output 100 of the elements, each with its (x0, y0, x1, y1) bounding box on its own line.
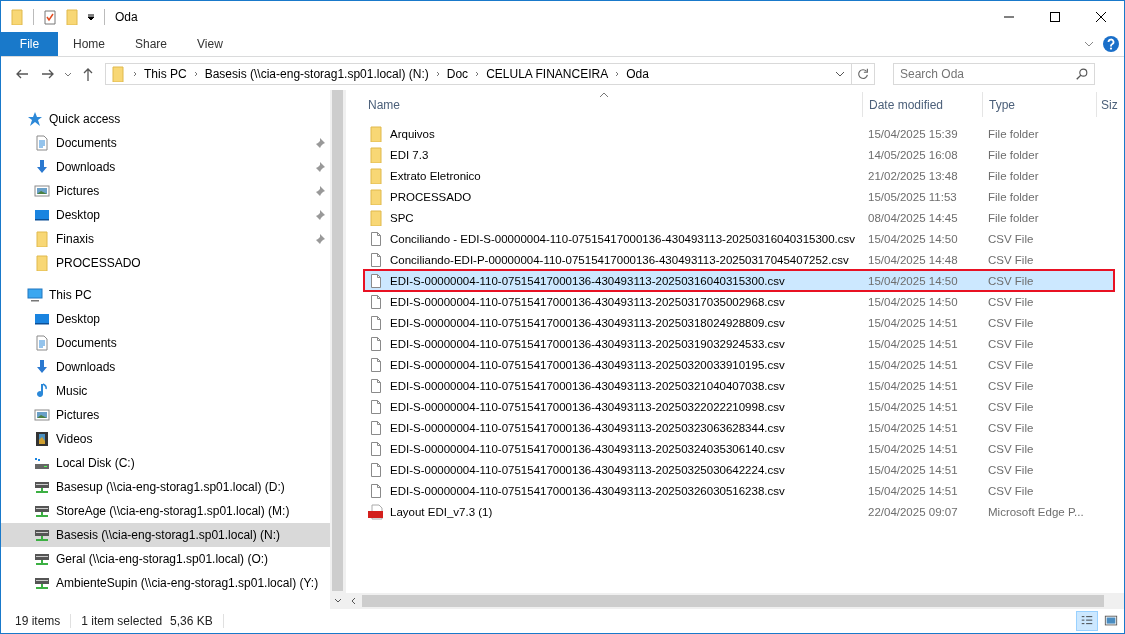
type-cell-text: CSV File (987, 316, 1035, 329)
ribbon-tab[interactable]: Share (120, 32, 183, 56)
nav-item[interactable]: Pictures (1, 179, 330, 203)
nav-item[interactable]: Desktop (1, 203, 330, 227)
breadcrumb[interactable]: This PC (144, 66, 187, 81)
column-header[interactable]: Date modified (862, 92, 982, 117)
file-icon (368, 251, 384, 268)
sort-ascending-icon[interactable] (599, 92, 609, 98)
file-name: EDI-S-00000004-110-07515417000136-430493113-20250326030516238.csv (390, 484, 785, 497)
file-name: EDI-S-00000004-110-07515417000136-430493113-20250325030642224.csv (390, 463, 785, 476)
file-row[interactable]: EDI-S-00000004-110-07515417000136-430493113-20250319032924533.csv 15/04/2025 14:51 CSV File (364, 333, 1114, 354)
file-row[interactable]: Arquivos 15/04/2025 15:39 File folder (364, 123, 1114, 144)
nav-item[interactable]: Downloads (1, 155, 330, 179)
file-row[interactable]: EDI-S-00000004-110-07515417000136-430493113-20250326030516238.csv 15/04/2025 14:51 CSV File (364, 480, 1114, 501)
address-bar[interactable]: This PC Basesis (\\cia-eng-storag1.sp01.local) (N:) Doc CELULA FINANCEIRA Oda (105, 62, 875, 85)
netdrive-icon (34, 503, 50, 519)
pictures-icon (34, 183, 50, 199)
file-row[interactable]: Conciliando - EDI-S-00000004-110-07515417000136-430493113-20250316040315300.csv 15/04/2025 14:50 CSV File (364, 228, 1114, 249)
date-cell-text: 08/04/2025 14:45 (867, 211, 959, 224)
folder-icon (368, 146, 384, 163)
file-row[interactable]: EDI-S-00000004-110-07515417000136-430493113-20250318024928809.csv 15/04/2025 14:51 CSV File (364, 312, 1114, 333)
file-row[interactable]: EDI-S-00000004-110-07515417000136-430493113-20250324035306140.csv 15/04/2025 14:51 CSV File (364, 438, 1114, 459)
breadcrumb[interactable]: Doc (446, 66, 469, 81)
ribbon-tab[interactable]: Home (58, 32, 120, 56)
nav-item[interactable]: Documents (1, 131, 330, 155)
type-cell-text: CSV File (987, 253, 1035, 266)
documents-icon (34, 335, 50, 351)
nav-item[interactable]: Basesis (\\cia-eng-storag1.sp01.local) (N:) (1, 523, 330, 547)
nav-item[interactable]: Basesup (\\cia-eng-storag1.sp01.local) (D:) (1, 475, 330, 499)
file-row[interactable]: Layout EDI_v7.3 (1) 22/04/2025 09:07 Microsoft Edge P... (364, 501, 1114, 522)
file-row[interactable]: EDI-S-00000004-110-07515417000136-430493113-20250323063628344.csv 15/04/2025 14:51 CSV File (364, 417, 1114, 438)
scrollbar[interactable] (330, 90, 345, 609)
nav-item[interactable]: Videos (1, 427, 330, 451)
nav-item[interactable]: Documents (1, 331, 330, 355)
column-header[interactable]: Type (982, 92, 1096, 117)
help-icon[interactable] (1103, 36, 1119, 52)
file-icon (368, 398, 384, 415)
nav-item[interactable]: Finaxis (1, 227, 330, 251)
file-name: PROCESSADO (390, 190, 472, 203)
breadcrumb[interactable]: Basesis (\\cia-eng-storag1.sp01.local) (N:) (204, 66, 429, 81)
pin-icon[interactable] (314, 185, 326, 197)
breadcrumb[interactable]: Oda (626, 66, 649, 81)
file-name: Arquivos (390, 127, 435, 140)
file-row[interactable]: EDI 7.3 14/05/2025 16:08 File folder (364, 144, 1114, 165)
type-cell-text: CSV File (987, 400, 1035, 413)
properties-icon[interactable] (42, 8, 58, 25)
downloads-icon (34, 159, 50, 175)
file-icon (368, 335, 384, 352)
file-row[interactable]: EDI-S-00000004-110-07515417000136-430493113-20250325030642224.csv 15/04/2025 14:51 CSV File (364, 459, 1114, 480)
type-cell-text: CSV File (987, 484, 1035, 497)
column-header[interactable]: Name (346, 92, 862, 117)
netdrive-icon (34, 575, 50, 591)
file-row[interactable]: Conciliando-EDI-P-00000004-110-07515417000136-430493113-20250317045407252.csv 15/04/2025 14:48 CSV File (364, 249, 1114, 270)
nav-item[interactable]: Pictures (1, 403, 330, 427)
nav-item[interactable]: Desktop (1, 307, 330, 331)
file-icon (368, 293, 384, 310)
nav-section[interactable]: This PC (1, 283, 330, 307)
file-row[interactable]: Extrato Eletronico 21/02/2025 13:48 File folder (364, 165, 1114, 186)
details-view-button[interactable] (1076, 611, 1098, 631)
nav-section[interactable]: Quick access (1, 107, 330, 131)
date-cell-text: 21/02/2025 13:48 (867, 169, 959, 182)
type-cell-text: File folder (987, 190, 1040, 203)
file-name: EDI-S-00000004-110-07515417000136-430493113-20250324035306140.csv (390, 442, 785, 455)
pin-icon[interactable] (314, 233, 326, 245)
file-row[interactable]: EDI-S-00000004-110-07515417000136-430493113-20250316040315300.csv 15/04/2025 14:50 CSV File (364, 270, 1114, 291)
nav-item[interactable]: PROCESSADO (1, 251, 330, 275)
nav-item[interactable]: Music (1, 379, 330, 403)
scrollbar[interactable] (346, 593, 1124, 609)
file-row[interactable]: EDI-S-00000004-110-07515417000136-430493113-20250317035002968.csv 15/04/2025 14:50 CSV File (364, 291, 1114, 312)
maximize-icon (1049, 10, 1061, 23)
type-cell-text: Microsoft Edge P... (987, 505, 1085, 518)
breadcrumb[interactable]: CELULA FINANCEIRA (486, 66, 609, 81)
ribbon-tab[interactable]: View (182, 32, 238, 56)
file-row[interactable]: PROCESSADO 15/05/2025 11:53 File folder (364, 186, 1114, 207)
nav-item[interactable]: AmbienteSupin (\\cia-eng-storag1.sp01.local) (Y:) (1, 571, 330, 595)
nav-item[interactable]: Local Disk (C:) (1, 451, 330, 475)
nav-item[interactable]: StoreAge (\\cia-eng-storag1.sp01.local) (M:) (1, 499, 330, 523)
pin-icon[interactable] (314, 137, 326, 149)
nav-item[interactable]: Downloads (1, 355, 330, 379)
disk-icon (34, 455, 50, 471)
file-row[interactable]: SPC 08/04/2025 14:45 File folder (364, 207, 1114, 228)
dropdown-caret-icon[interactable] (86, 11, 96, 22)
file-row[interactable]: EDI-S-00000004-110-07515417000136-430493113-20250322022210998.csv 15/04/2025 14:51 CSV File (364, 396, 1114, 417)
column-header[interactable]: Siz (1096, 92, 1124, 117)
selection-count: 1 item selected (81, 614, 163, 628)
file-row[interactable]: EDI-S-00000004-110-07515417000136-430493113-20250321040407038.csv 15/04/2025 14:51 CSV File (364, 375, 1114, 396)
date-cell-text: 15/04/2025 14:50 (867, 295, 959, 308)
search-field[interactable]: Search Oda (893, 62, 1095, 85)
pin-icon[interactable] (314, 209, 326, 221)
folder-icon (34, 255, 50, 271)
pictures-icon (34, 407, 50, 423)
nav-item[interactable]: Geral (\\cia-eng-storag1.sp01.local) (O:) (1, 547, 330, 571)
desktop-icon (34, 207, 50, 223)
chevron-icon[interactable] (131, 69, 139, 78)
folder-icon (368, 209, 384, 226)
pin-icon[interactable] (314, 161, 326, 173)
star-icon (27, 111, 43, 127)
date-cell-text: 15/04/2025 14:51 (867, 463, 959, 476)
file-row[interactable]: EDI-S-00000004-110-07515417000136-430493113-20250320033910195.csv 15/04/2025 14:51 CSV File (364, 354, 1114, 375)
type-cell-text: File folder (987, 211, 1040, 224)
